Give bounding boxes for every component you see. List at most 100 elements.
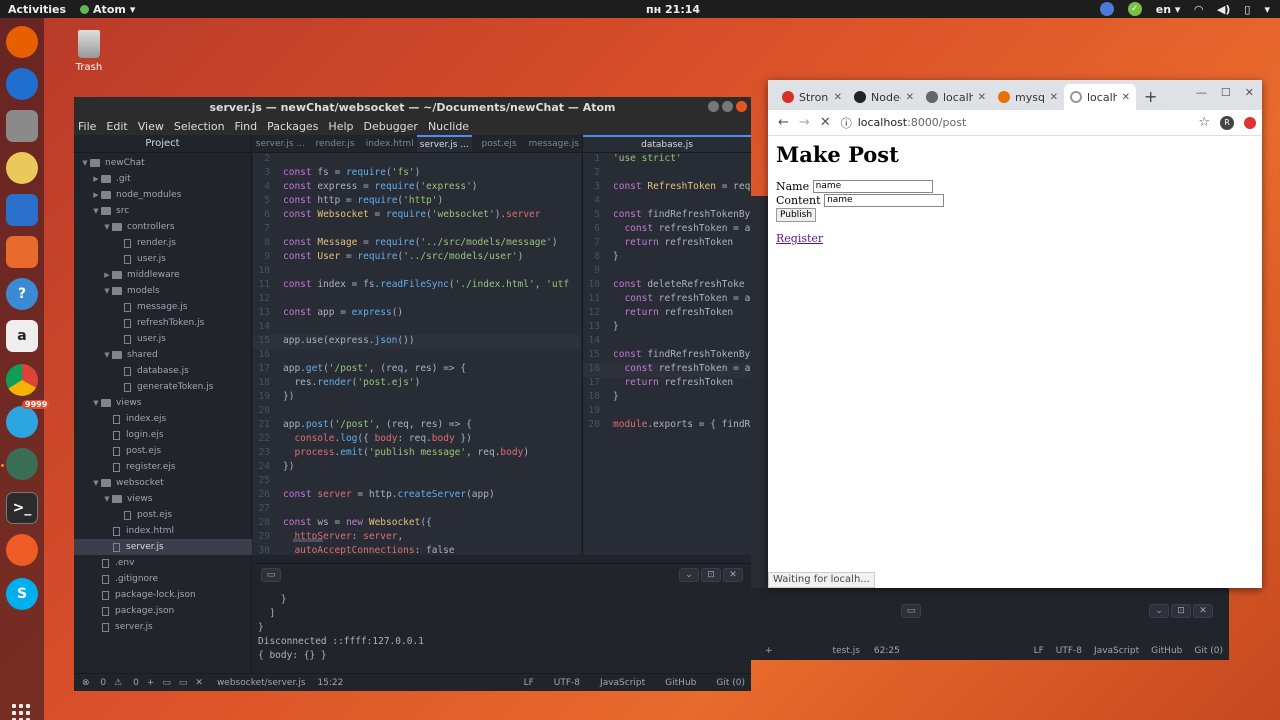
code-line[interactable]: 3 const fs = require('fs') (253, 167, 581, 181)
status-encoding[interactable]: UTF-8 (1056, 646, 1082, 656)
code-line[interactable]: 18 res.render('post.ejs') (253, 377, 581, 391)
editor-tab[interactable]: server.js ... (417, 135, 472, 152)
status-github[interactable]: GitHub (1151, 646, 1182, 656)
console-output[interactable]: } ]} Disconnected ::ffff:127.0.0.1{ body:… (253, 586, 751, 664)
chevron-down-icon[interactable]: ▼ (102, 287, 112, 295)
maximize-icon[interactable]: ⊡ (701, 568, 721, 582)
chevron-down-icon[interactable]: ▾ (1264, 3, 1270, 16)
register-link[interactable]: Register (776, 232, 1254, 245)
status-path[interactable]: websocket/server.js (217, 678, 305, 688)
tree-folder[interactable]: ▶ .git (74, 171, 252, 187)
code-line[interactable]: 24}) (253, 461, 581, 475)
status-github[interactable]: GitHub (665, 678, 696, 688)
code-line[interactable]: 19 (583, 405, 751, 419)
close-icon[interactable]: ✕ (1245, 86, 1254, 99)
status-git[interactable]: Git (0) (1194, 646, 1223, 656)
tree-file[interactable]: server.js (74, 619, 252, 635)
chevron-down-icon[interactable]: ▼ (102, 495, 112, 503)
code-line[interactable]: 15 app.use(express.json()) (253, 335, 581, 349)
rhythmbox-icon[interactable] (6, 152, 38, 184)
tree-file[interactable]: server.js (74, 539, 252, 555)
tree-folder[interactable]: ▼ src (74, 203, 252, 219)
star-icon[interactable]: ☆ (1198, 115, 1210, 130)
maximize-icon[interactable] (722, 101, 733, 112)
add-icon[interactable]: + (765, 646, 773, 656)
volume-icon[interactable]: ◀) (1217, 3, 1231, 16)
name-input[interactable] (812, 179, 933, 193)
menu-item-edit[interactable]: Edit (106, 120, 127, 133)
browser-tab[interactable]: localh ✕ (1064, 84, 1136, 110)
stop-loading-icon[interactable]: ✕ (820, 115, 831, 130)
chevron-down-icon[interactable]: ▼ (80, 159, 90, 167)
tree-file[interactable]: database.js (74, 363, 252, 379)
status-encoding[interactable]: UTF-8 (554, 678, 580, 688)
tree-file[interactable]: generateToken.js (74, 379, 252, 395)
notification-icon[interactable] (1099, 2, 1114, 16)
tree-folder[interactable]: ▼ websocket (74, 475, 252, 491)
browser-tab[interactable]: localh ✕ (920, 84, 992, 110)
tree-folder[interactable]: ▼ controllers (74, 219, 252, 235)
status-line-ending[interactable]: LF (1034, 646, 1044, 656)
tree-file[interactable]: index.html (74, 523, 252, 539)
telegram-icon[interactable]: 9999 (6, 400, 51, 438)
status-grammar[interactable]: JavaScript (1094, 646, 1139, 656)
code-line[interactable]: 13 const app = express() (253, 307, 581, 321)
code-line[interactable]: 20 module.exports = { findR (583, 419, 751, 433)
code-line[interactable]: 29 httpServer: server, (253, 531, 581, 545)
window-title-bar[interactable]: server.js — newChat/websocket — ~/Docume… (74, 97, 751, 117)
code-line[interactable]: 28 const ws = new Websocket({ (253, 517, 581, 531)
code-line[interactable]: 3 const RefreshToken = req (583, 181, 751, 195)
code-line[interactable]: 16 (253, 349, 581, 363)
menu-item-selection[interactable]: Selection (174, 120, 225, 133)
forward-icon[interactable]: → (799, 115, 810, 130)
close-icon[interactable]: ✕ (195, 678, 203, 688)
status-line-ending[interactable]: LF (524, 678, 534, 688)
wifi-icon[interactable]: ◠ (1194, 3, 1202, 16)
tree-folder[interactable]: ▶ middleware (74, 267, 252, 283)
code-line[interactable]: 12 (253, 293, 581, 307)
code-line[interactable]: 10 const deleteRefreshToke (583, 279, 751, 293)
tree-file[interactable]: .gitignore (74, 571, 252, 587)
system-tray[interactable]: ✓ en ▾ ◠ ◀) ▯ ▾ (1099, 2, 1270, 16)
show-applications-icon[interactable] (12, 704, 30, 720)
software-icon[interactable] (6, 236, 38, 268)
terminal-toggle-icon[interactable]: ▭ (162, 678, 171, 688)
browser-tab[interactable]: Strong ✕ (776, 84, 848, 110)
code-line[interactable]: 10 (253, 265, 581, 279)
code-line[interactable]: 22 console.log({ body: req.body }) (253, 433, 581, 447)
app-menu[interactable]: Atom ▾ (80, 3, 135, 16)
tree-file[interactable]: package-lock.json (74, 587, 252, 603)
code-line[interactable]: 5 const http = require('http') (253, 195, 581, 209)
close-tab-icon[interactable]: ✕ (1050, 92, 1058, 103)
tree-folder[interactable]: ▶ node_modules (74, 187, 252, 203)
close-icon[interactable]: ✕ (1193, 604, 1213, 618)
menu-item-packages[interactable]: Packages (267, 120, 318, 133)
status-position[interactable]: 62:25 (874, 646, 900, 656)
chevron-down-icon[interactable]: ⌄ (1149, 604, 1169, 618)
horizontal-scrollbar[interactable] (293, 539, 323, 542)
editor-pane-right[interactable]: database.js 1 'use strict' 2 3 const Refresh… (582, 135, 751, 555)
code-line[interactable]: 17 return refreshToken (583, 377, 751, 391)
code-line[interactable]: 27 (253, 503, 581, 517)
close-tab-icon[interactable]: ✕ (906, 92, 914, 103)
console-icon[interactable]: ▭ (901, 604, 921, 618)
chevron-down-icon[interactable]: ▼ (91, 479, 101, 487)
profile-avatar[interactable]: R (1220, 115, 1234, 130)
clock[interactable]: пн 21:14 (646, 3, 700, 16)
help-icon[interactable]: ? (6, 278, 38, 310)
browser-tab[interactable]: mysql ✕ (992, 84, 1064, 110)
address-bar[interactable]: ⓘ localhost:8000/post (841, 115, 1189, 131)
code-line[interactable]: 30 autoAcceptConnections: false (253, 545, 581, 559)
menu-item-debugger[interactable]: Debugger (364, 120, 418, 133)
chrome-icon[interactable] (6, 364, 38, 396)
add-icon[interactable]: + (147, 678, 155, 688)
publish-button[interactable]: Publish (776, 208, 817, 222)
tree-file[interactable]: .env (74, 555, 252, 571)
skype-icon[interactable]: S (6, 578, 38, 610)
code-line[interactable]: 11 const index = fs.readFileSync('./index… (253, 279, 581, 293)
tree-file[interactable]: package.json (74, 603, 252, 619)
tree-folder[interactable]: ▼ views (74, 491, 252, 507)
editor-tab[interactable]: server.js ... (253, 135, 308, 152)
chevron-right-icon[interactable]: ▶ (91, 175, 101, 183)
files-icon[interactable] (6, 110, 38, 142)
